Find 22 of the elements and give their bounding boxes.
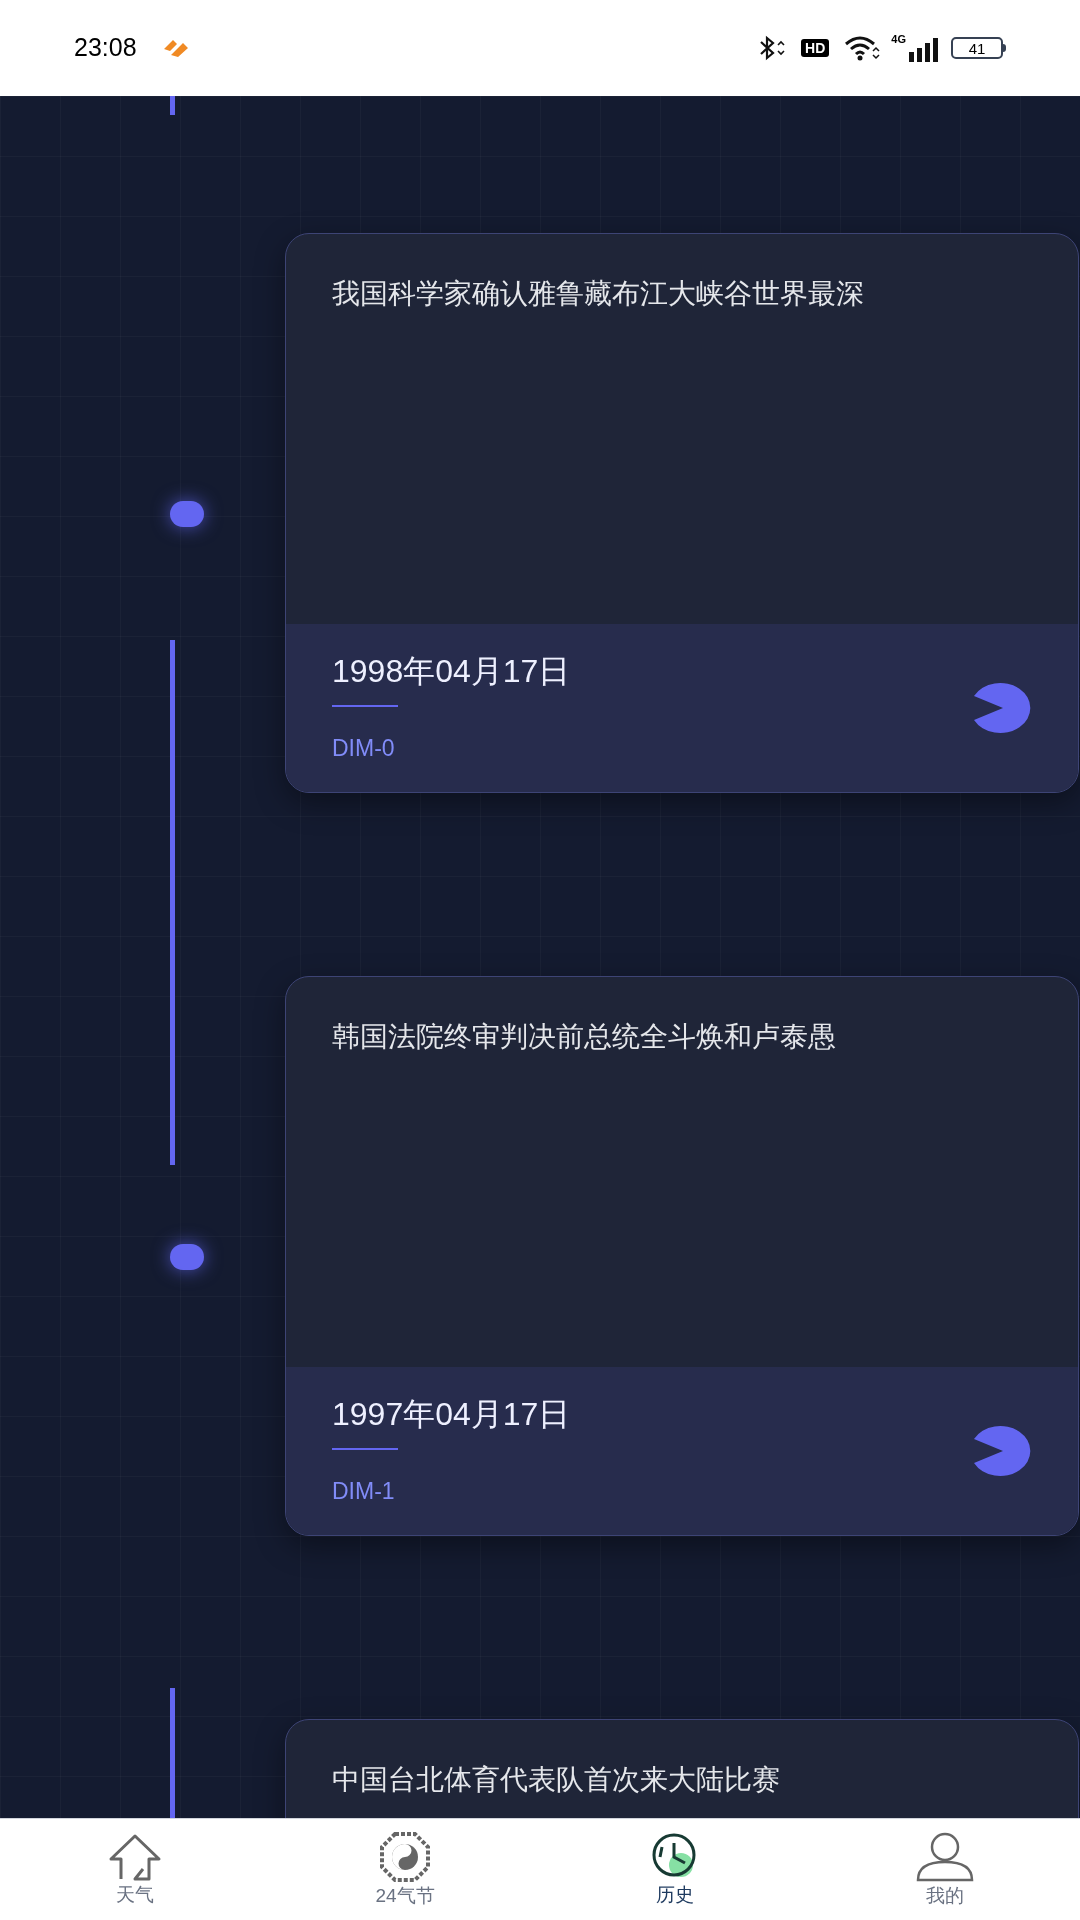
- nav-tab[interactable]: 我的: [810, 1819, 1080, 1920]
- nav-tab[interactable]: 历史: [540, 1819, 810, 1920]
- event-title: 中国台北体育代表队首次来大陆比赛: [332, 1763, 781, 1797]
- event-title: 我国科学家确认雅鲁藏布江大峡谷世界最深: [332, 277, 865, 311]
- clock-time: 23:08: [74, 32, 137, 64]
- wifi-icon: [843, 34, 882, 62]
- event-date: 1998年04月17日: [332, 651, 571, 691]
- event-tag: DIM-1: [332, 1473, 395, 1509]
- yin-yang-icon: [380, 1831, 430, 1882]
- event-card[interactable]: 中国台北体育代表队首次来大陆比赛: [285, 1719, 1079, 1818]
- event-card[interactable]: 韩国法院终审判决前总统全斗焕和卢泰愚 1997年04月17日 DIM-1: [285, 976, 1079, 1536]
- event-title: 韩国法院终审判决前总统全斗焕和卢泰愚: [332, 1020, 837, 1054]
- event-tag: DIM-0: [332, 730, 395, 766]
- network-type: 4G: [891, 34, 906, 45]
- event-card[interactable]: 我国科学家确认雅鲁藏布江大峡谷世界最深 1998年04月17日 DIM-0: [285, 233, 1079, 793]
- battery-indicator: 41: [951, 37, 1003, 59]
- nav-tab[interactable]: 天气: [0, 1819, 270, 1920]
- signal-icon: [909, 38, 939, 62]
- nav-tab[interactable]: 24气节: [270, 1819, 540, 1920]
- event-date: 1997年04月17日: [332, 1394, 571, 1434]
- hd-badge: HD: [801, 39, 830, 57]
- person-icon: [915, 1831, 975, 1882]
